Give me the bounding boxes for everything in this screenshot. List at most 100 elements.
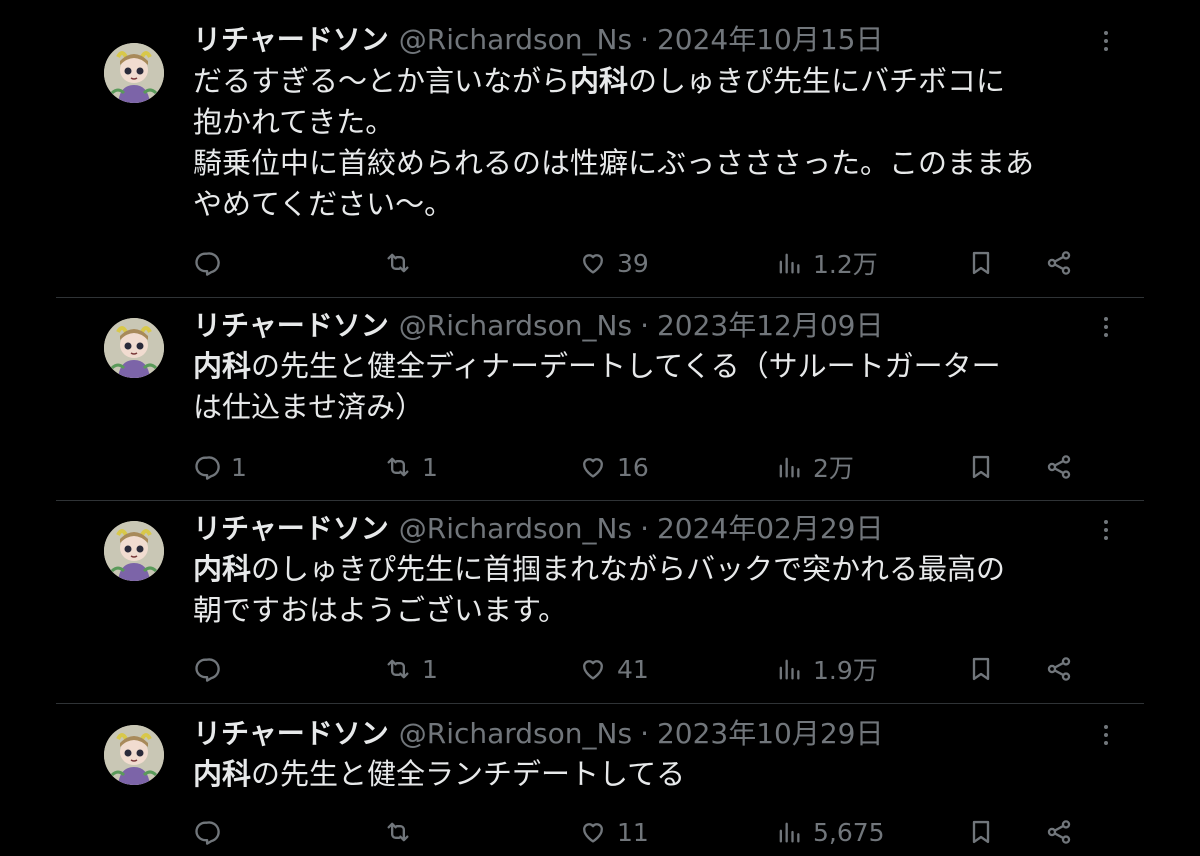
post[interactable]: リチャードソン @Richardson_Ns · 2024年10月15日 だるす… — [56, 0, 1144, 297]
like-count: 16 — [617, 452, 649, 482]
views-button[interactable]: 5,675 — [775, 814, 885, 850]
post-date[interactable]: 2024年10月15日 — [657, 21, 884, 59]
post-date[interactable]: 2023年10月29日 — [657, 715, 884, 753]
user-handle[interactable]: @Richardson_Ns — [399, 510, 632, 548]
view-count: 5,675 — [813, 817, 885, 847]
bookmark-button[interactable] — [967, 245, 995, 281]
bar-chart-icon — [779, 659, 800, 680]
action-bar: 39 1.2万 — [193, 245, 1083, 281]
avatar-image — [104, 725, 164, 785]
post-date[interactable]: 2024年02月29日 — [657, 510, 884, 548]
like-button[interactable]: 16 — [579, 449, 649, 485]
views-button[interactable]: 2万 — [775, 449, 854, 485]
bookmark-button[interactable] — [967, 814, 995, 850]
bookmark-icon — [972, 251, 990, 275]
action-bar: 11 5,675 — [193, 814, 1083, 850]
action-bar: 1 41 1.9万 — [193, 651, 1083, 687]
repost-count: 1 — [422, 654, 438, 684]
heart-icon — [583, 660, 603, 680]
reply-button[interactable] — [193, 651, 231, 687]
views-button[interactable]: 1.9万 — [775, 651, 878, 687]
views-button[interactable]: 1.2万 — [775, 245, 878, 281]
like-count: 41 — [617, 654, 649, 684]
repost-button[interactable]: 1 — [384, 651, 438, 687]
bookmark-button[interactable] — [967, 651, 995, 687]
bookmark-button[interactable] — [967, 449, 995, 485]
bar-chart-icon — [779, 253, 800, 274]
post-header: リチャードソン @Richardson_Ns · 2024年02月29日 — [193, 510, 884, 548]
repost-arrows-icon — [387, 253, 409, 273]
separator-dot: · — [640, 23, 649, 56]
text-segment-bold: 内科 — [570, 64, 629, 98]
bookmark-icon — [972, 455, 990, 479]
user-handle[interactable]: @Richardson_Ns — [399, 21, 632, 59]
post-date[interactable]: 2023年12月09日 — [657, 307, 884, 345]
heart-icon — [583, 823, 603, 843]
more-options-icon[interactable] — [1096, 26, 1116, 56]
post-text: 内科の先生と健全ランチデートしてる — [193, 754, 1093, 795]
post[interactable]: リチャードソン @Richardson_Ns · 2024年02月29日 内科の… — [56, 501, 1144, 703]
repost-count: 1 — [422, 452, 438, 482]
heart-icon — [583, 458, 603, 478]
text-segment-bold: 内科 — [193, 349, 252, 383]
avatar[interactable] — [104, 521, 164, 581]
display-name[interactable]: リチャードソン — [193, 715, 389, 753]
reply-button[interactable] — [193, 245, 231, 281]
post-header: リチャードソン @Richardson_Ns · 2023年12月09日 — [193, 307, 884, 345]
avatar-image — [104, 521, 164, 581]
display-name[interactable]: リチャードソン — [193, 510, 389, 548]
display-name[interactable]: リチャードソン — [193, 21, 389, 59]
bookmark-icon — [972, 820, 990, 844]
like-button[interactable]: 11 — [579, 814, 649, 850]
reply-button[interactable]: 1 — [193, 449, 247, 485]
text-segment-bold: 内科 — [193, 552, 252, 586]
reply-count: 1 — [231, 452, 247, 482]
post-header: リチャードソン @Richardson_Ns · 2024年10月15日 — [193, 21, 884, 59]
share-nodes-icon — [1047, 455, 1071, 479]
heart-icon — [583, 254, 603, 274]
speech-bubble-icon — [195, 456, 220, 480]
view-count: 1.2万 — [813, 250, 878, 279]
share-button[interactable] — [1045, 651, 1073, 687]
repost-button[interactable] — [384, 245, 422, 281]
timeline-feed: リチャードソン @Richardson_Ns · 2024年10月15日 だるす… — [56, 0, 1144, 856]
bar-chart-icon — [779, 822, 800, 843]
share-nodes-icon — [1047, 657, 1071, 681]
repost-arrows-icon — [387, 457, 409, 477]
post-text: 内科の先生と健全ディナーデートしてくる（サルートガーター は仕込ませ済み） — [193, 346, 1093, 428]
share-button[interactable] — [1045, 245, 1073, 281]
avatar[interactable] — [104, 725, 164, 785]
share-button[interactable] — [1045, 814, 1073, 850]
user-handle[interactable]: @Richardson_Ns — [399, 715, 632, 753]
speech-bubble-icon — [195, 252, 220, 276]
speech-bubble-icon — [195, 821, 220, 845]
text-segment: のしゅきぴ先生に首掴まれながらバックで突かれる最高の 朝ですおはようございます。 — [193, 552, 1006, 627]
speech-bubble-icon — [195, 658, 220, 682]
repost-button[interactable] — [384, 814, 422, 850]
like-button[interactable]: 39 — [579, 245, 649, 281]
share-button[interactable] — [1045, 449, 1073, 485]
bookmark-icon — [972, 657, 990, 681]
like-count: 39 — [617, 248, 649, 278]
repost-arrows-icon — [387, 822, 409, 842]
avatar[interactable] — [104, 318, 164, 378]
user-handle[interactable]: @Richardson_Ns — [399, 307, 632, 345]
post[interactable]: リチャードソン @Richardson_Ns · 2023年12月09日 内科の… — [56, 298, 1144, 500]
more-options-icon[interactable] — [1096, 720, 1116, 750]
repost-button[interactable]: 1 — [384, 449, 438, 485]
more-options-icon[interactable] — [1096, 515, 1116, 545]
text-segment: だるすぎる〜とか言いながら — [193, 64, 571, 98]
like-button[interactable]: 41 — [579, 651, 649, 687]
post[interactable]: リチャードソン @Richardson_Ns · 2023年10月29日 内科の… — [56, 704, 1144, 856]
text-segment: の先生と健全ディナーデートしてくる（サルートガーター は仕込ませ済み） — [193, 349, 1001, 424]
like-count: 11 — [617, 817, 649, 847]
post-header: リチャードソン @Richardson_Ns · 2023年10月29日 — [193, 715, 884, 753]
action-bar: 1 1 16 2万 — [193, 449, 1083, 485]
avatar[interactable] — [104, 43, 164, 103]
text-segment-bold: 内科 — [193, 757, 252, 791]
share-nodes-icon — [1047, 820, 1071, 844]
view-count: 1.9万 — [813, 656, 878, 685]
display-name[interactable]: リチャードソン — [193, 307, 389, 345]
reply-button[interactable] — [193, 814, 231, 850]
more-options-icon[interactable] — [1096, 312, 1116, 342]
